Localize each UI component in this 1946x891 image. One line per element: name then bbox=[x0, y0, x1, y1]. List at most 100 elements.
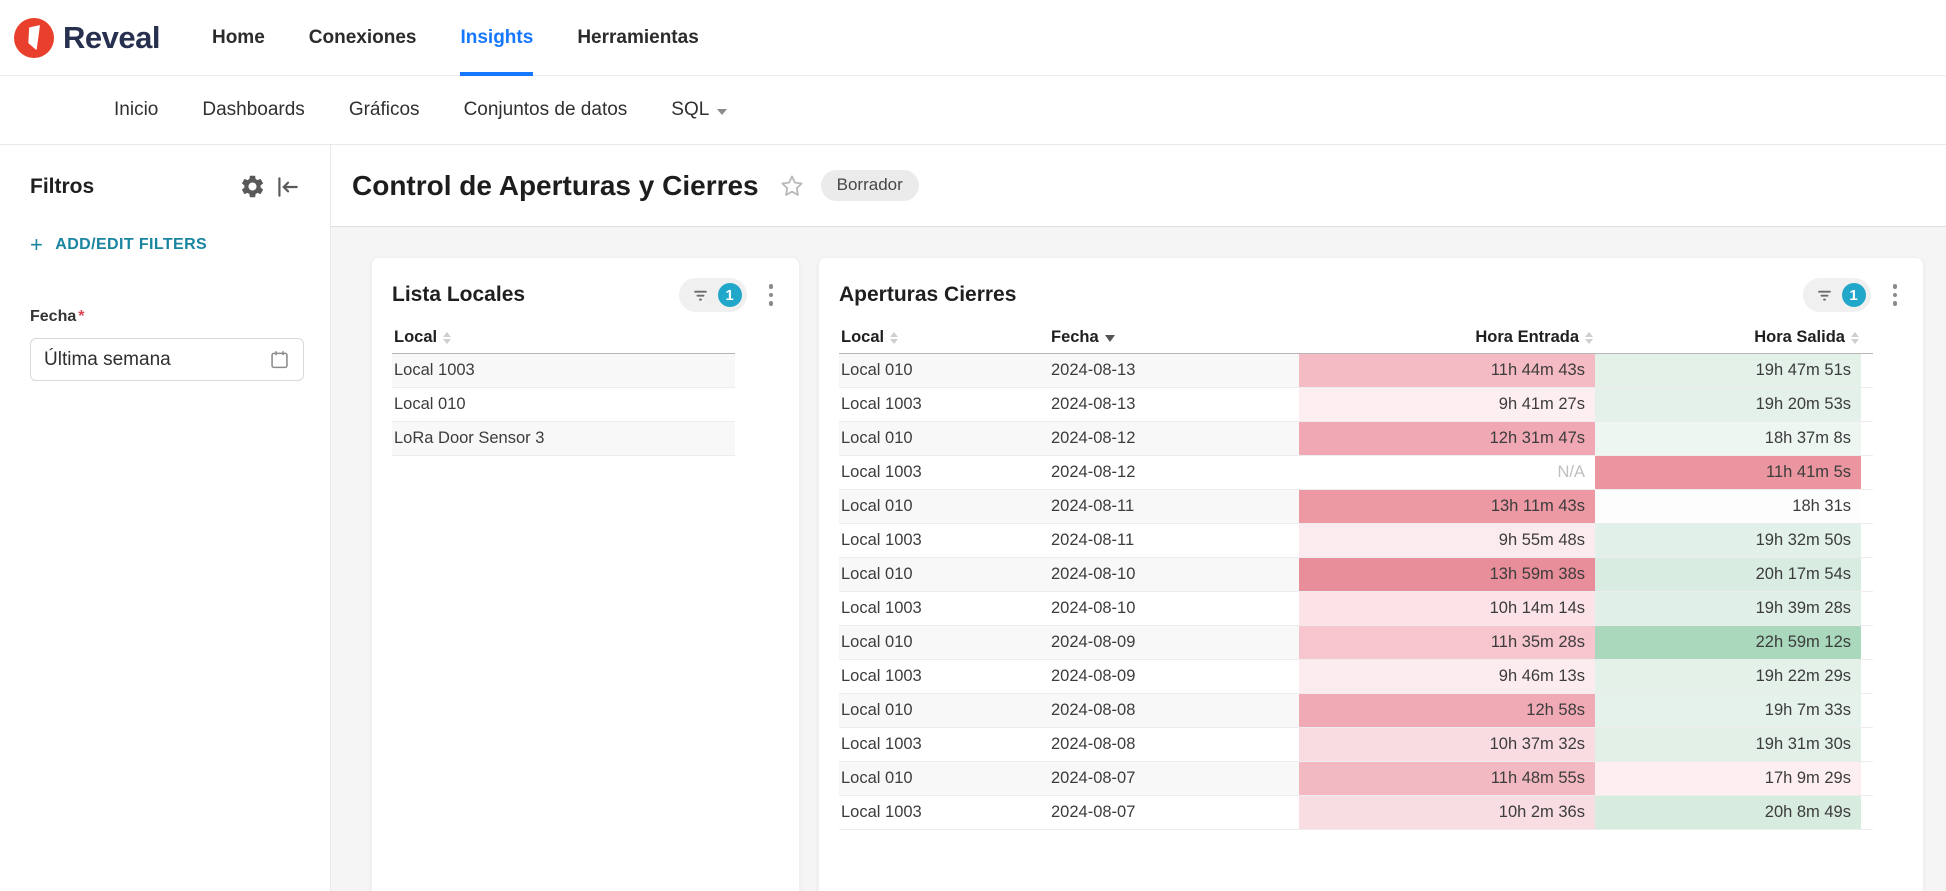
aperturas-table-row[interactable]: Local 1003 2024-08-12 N/A 11h 41m 5s bbox=[839, 456, 1873, 490]
cell-fecha: 2024-08-12 bbox=[1051, 422, 1299, 455]
nav-item-herramientas[interactable]: Herramientas bbox=[555, 0, 720, 75]
cell-local: Local 010 bbox=[839, 558, 1051, 591]
cell-fecha: 2024-08-13 bbox=[1051, 388, 1299, 421]
cell-hora-salida: 22h 59m 12s bbox=[1595, 626, 1861, 659]
cell-local: Local 1003 bbox=[839, 388, 1051, 421]
lista-table-row[interactable]: Local 1003 bbox=[392, 354, 735, 388]
secondary-nav: Inicio Dashboards Gráficos Conjuntos de … bbox=[0, 76, 1946, 145]
cell-local: Local 010 bbox=[839, 354, 1051, 387]
cell-hora-salida: 19h 7m 33s bbox=[1595, 694, 1861, 727]
sort-desc-icon bbox=[1105, 335, 1115, 342]
cell-fecha: 2024-08-09 bbox=[1051, 660, 1299, 693]
favorite-star-button[interactable] bbox=[775, 169, 809, 203]
lista-column-header-local[interactable]: Local bbox=[392, 328, 451, 347]
filters-settings-button[interactable] bbox=[235, 169, 270, 204]
cell-hora-entrada: 10h 37m 32s bbox=[1299, 728, 1595, 761]
column-header-hora-salida[interactable]: Hora Salida bbox=[1595, 328, 1861, 347]
filters-title: Filtros bbox=[30, 175, 235, 199]
add-edit-filters-label: ADD/EDIT FILTERS bbox=[55, 236, 207, 254]
aperturas-table-row[interactable]: Local 1003 2024-08-07 10h 2m 36s 20h 8m … bbox=[839, 796, 1873, 830]
cell-hora-entrada: 9h 55m 48s bbox=[1299, 524, 1595, 557]
subnav-item-conjuntos[interactable]: Conjuntos de datos bbox=[442, 99, 650, 121]
cell-hora-entrada: 11h 48m 55s bbox=[1299, 762, 1595, 795]
filters-sidebar: Filtros + ADD/EDIT FILTERS Fecha* Úl bbox=[0, 145, 331, 891]
cell-local: Local 010 bbox=[839, 694, 1051, 727]
cell-fecha: 2024-08-11 bbox=[1051, 490, 1299, 523]
column-header-fecha[interactable]: Fecha bbox=[1051, 328, 1299, 347]
cell-local: Local 1003 bbox=[392, 354, 735, 387]
column-header-hora-entrada[interactable]: Hora Entrada bbox=[1299, 328, 1595, 347]
cell-local: Local 010 bbox=[839, 762, 1051, 795]
aperturas-table-row[interactable]: Local 1003 2024-08-10 10h 14m 14s 19h 39… bbox=[839, 592, 1873, 626]
cell-hora-salida: 19h 22m 29s bbox=[1595, 660, 1861, 693]
aperturas-table-row[interactable]: Local 010 2024-08-08 12h 58s 19h 7m 33s bbox=[839, 694, 1873, 728]
cell-hora-entrada: 9h 46m 13s bbox=[1299, 660, 1595, 693]
cell-hora-entrada: 11h 35m 28s bbox=[1299, 626, 1595, 659]
lista-filter-indicator[interactable]: 1 bbox=[679, 278, 747, 312]
aperturas-table-row[interactable]: Local 1003 2024-08-11 9h 55m 48s 19h 32m… bbox=[839, 524, 1873, 558]
cell-hora-entrada: 13h 59m 38s bbox=[1299, 558, 1595, 591]
cell-fecha: 2024-08-10 bbox=[1051, 558, 1299, 591]
aperturas-filter-count-badge: 1 bbox=[1842, 283, 1866, 307]
nav-item-home[interactable]: Home bbox=[190, 0, 287, 75]
lista-table-row[interactable]: Local 010 bbox=[392, 388, 735, 422]
main-menu: Home Conexiones Insights Herramientas bbox=[190, 0, 721, 75]
cell-hora-entrada: 10h 14m 14s bbox=[1299, 592, 1595, 625]
subnav-item-inicio[interactable]: Inicio bbox=[92, 99, 180, 121]
aperturas-table-row[interactable]: Local 1003 2024-08-08 10h 37m 32s 19h 31… bbox=[839, 728, 1873, 762]
aperturas-table-row[interactable]: Local 1003 2024-08-13 9h 41m 27s 19h 20m… bbox=[839, 388, 1873, 422]
sort-icon bbox=[1851, 332, 1859, 344]
filter-icon bbox=[1815, 286, 1834, 305]
cell-hora-salida: 20h 8m 49s bbox=[1595, 796, 1861, 829]
aperturas-rows: Local 010 2024-08-13 11h 44m 43s 19h 47m… bbox=[839, 354, 1873, 830]
collapse-sidebar-button[interactable] bbox=[270, 170, 304, 204]
aperturas-table-row[interactable]: Local 010 2024-08-07 11h 48m 55s 17h 9m … bbox=[839, 762, 1873, 796]
cell-hora-salida: 19h 32m 50s bbox=[1595, 524, 1861, 557]
subnav-item-sql[interactable]: SQL bbox=[649, 99, 749, 121]
lista-table-row[interactable]: LoRa Door Sensor 3 bbox=[392, 422, 735, 456]
aperturas-table-row[interactable]: Local 1003 2024-08-09 9h 46m 13s 19h 22m… bbox=[839, 660, 1873, 694]
cell-fecha: 2024-08-13 bbox=[1051, 354, 1299, 387]
aperturas-table-row[interactable]: Local 010 2024-08-09 11h 35m 28s 22h 59m… bbox=[839, 626, 1873, 660]
cell-hora-salida: 11h 41m 5s bbox=[1595, 456, 1861, 489]
add-edit-filters-button[interactable]: + ADD/EDIT FILTERS bbox=[30, 234, 304, 256]
aperturas-table-row[interactable]: Local 010 2024-08-11 13h 11m 43s 18h 31s bbox=[839, 490, 1873, 524]
brand-logo[interactable]: Reveal bbox=[14, 18, 160, 58]
cell-hora-salida: 20h 17m 54s bbox=[1595, 558, 1861, 591]
lista-kebab-menu-icon[interactable] bbox=[763, 278, 780, 312]
cell-local: Local 1003 bbox=[839, 592, 1051, 625]
column-header-local[interactable]: Local bbox=[839, 328, 1051, 347]
nav-item-conexiones[interactable]: Conexiones bbox=[287, 0, 439, 75]
nav-item-insights[interactable]: Insights bbox=[438, 0, 555, 75]
star-icon bbox=[779, 173, 805, 199]
aperturas-table: Local Fecha Hora Entrada Hora Salid bbox=[839, 322, 1873, 830]
aperturas-table-row[interactable]: Local 010 2024-08-12 12h 31m 47s 18h 37m… bbox=[839, 422, 1873, 456]
aperturas-table-row[interactable]: Local 010 2024-08-13 11h 44m 43s 19h 47m… bbox=[839, 354, 1873, 388]
status-badge: Borrador bbox=[821, 170, 919, 201]
aperturas-cierres-card: Aperturas Cierres 1 bbox=[818, 257, 1924, 891]
cell-fecha: 2024-08-07 bbox=[1051, 762, 1299, 795]
plus-icon: + bbox=[30, 234, 43, 256]
cell-fecha: 2024-08-08 bbox=[1051, 728, 1299, 761]
required-asterisk: * bbox=[78, 308, 84, 325]
cell-hora-salida: 19h 39m 28s bbox=[1595, 592, 1861, 625]
aperturas-table-row[interactable]: Local 010 2024-08-10 13h 59m 38s 20h 17m… bbox=[839, 558, 1873, 592]
subnav-item-graficos[interactable]: Gráficos bbox=[327, 99, 442, 121]
cell-hora-entrada: 10h 2m 36s bbox=[1299, 796, 1595, 829]
cell-hora-salida: 19h 31m 30s bbox=[1595, 728, 1861, 761]
dashboard-header: Control de Aperturas y Cierres Borrador bbox=[331, 145, 1946, 227]
fecha-value: Última semana bbox=[44, 349, 171, 371]
cell-hora-salida: 18h 37m 8s bbox=[1595, 422, 1861, 455]
cell-hora-entrada: 13h 11m 43s bbox=[1299, 490, 1595, 523]
fecha-date-input[interactable]: Última semana bbox=[30, 338, 304, 381]
aperturas-filter-indicator[interactable]: 1 bbox=[1803, 278, 1871, 312]
cell-hora-entrada: N/A bbox=[1299, 456, 1595, 489]
cell-local: Local 010 bbox=[839, 422, 1051, 455]
cell-hora-entrada: 12h 58s bbox=[1299, 694, 1595, 727]
cell-fecha: 2024-08-09 bbox=[1051, 626, 1299, 659]
subnav-item-dashboards[interactable]: Dashboards bbox=[180, 99, 326, 121]
gear-icon bbox=[239, 173, 266, 200]
top-nav-bar: Reveal Home Conexiones Insights Herramie… bbox=[0, 0, 1946, 76]
aperturas-kebab-menu-icon[interactable] bbox=[1887, 278, 1904, 312]
subnav-sql-label: SQL bbox=[671, 99, 709, 121]
